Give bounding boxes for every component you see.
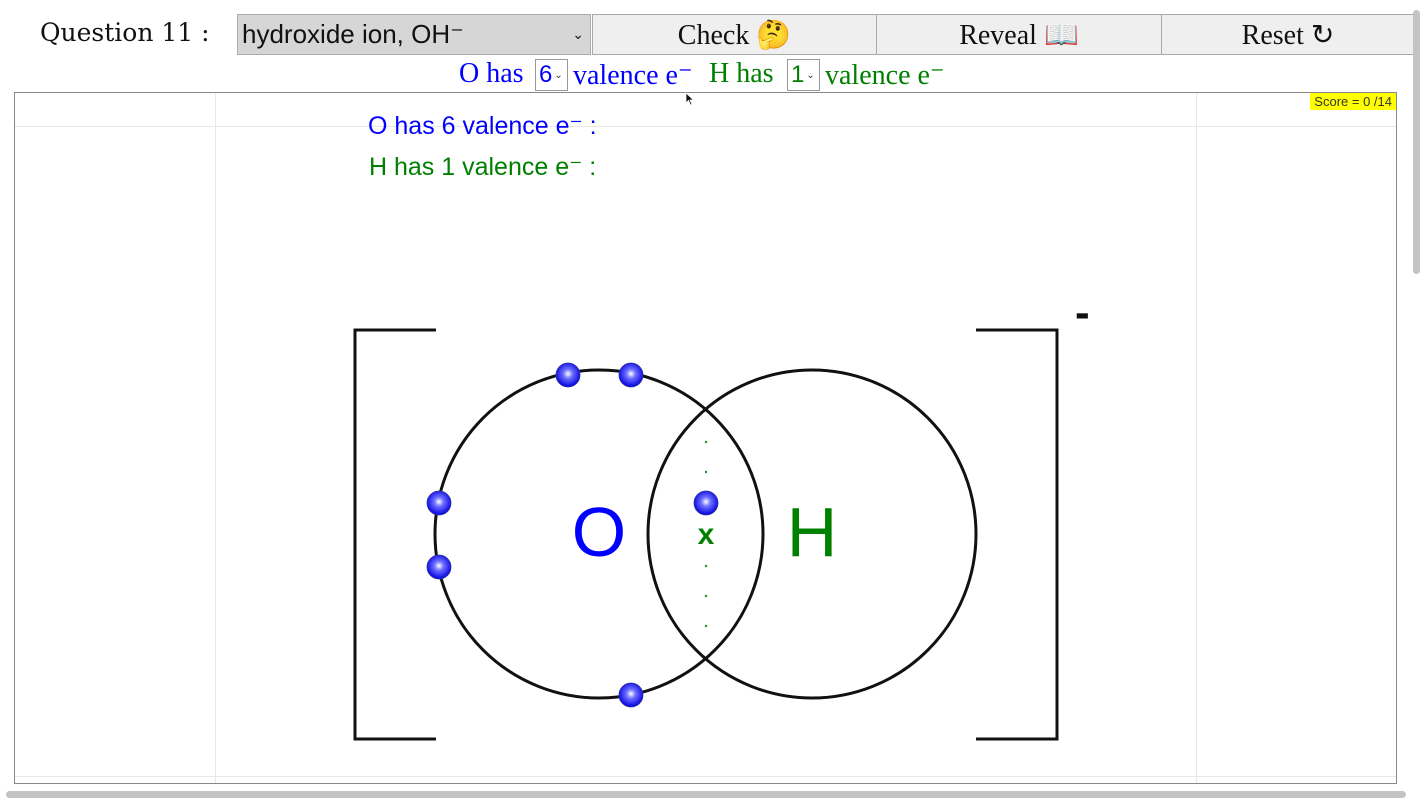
h-valence-select[interactable]: 1 ⌄: [787, 59, 820, 91]
molecule-select[interactable]: hydroxide ion, OH⁻ ⌄: [237, 14, 591, 55]
valence-selector-bar: O has 6 ⌄ valence e⁻ H has 1 ⌄ valence e⁻: [0, 58, 1422, 92]
reset-button-label: Reset: [1241, 20, 1304, 51]
hydrogen-symbol: H: [787, 493, 838, 571]
o-valence-select[interactable]: 6 ⌄: [535, 59, 568, 91]
mouse-cursor-icon: [685, 92, 695, 106]
left-bracket: [353, 328, 436, 741]
thinking-face-icon: 🤔: [756, 20, 792, 51]
lewis-canvas[interactable]: Score = 0 /14 O has 6 valence e⁻ : H has…: [14, 92, 1397, 784]
electron[interactable]: [426, 554, 452, 580]
charge-label: -: [1075, 288, 1090, 337]
oxygen-symbol: O: [572, 493, 626, 571]
o-valence-value: 6: [539, 61, 553, 88]
electron[interactable]: [426, 490, 452, 516]
reset-icon: ↻: [1310, 20, 1335, 51]
question-label: Question 11 :: [40, 18, 210, 47]
electron[interactable]: [693, 490, 719, 516]
h-valence-prefix: H has: [709, 58, 774, 89]
right-bracket: [976, 328, 1059, 741]
o-valence-suffix: valence e⁻: [573, 60, 693, 91]
vertical-scrollbar[interactable]: [1413, 10, 1420, 274]
reset-button[interactable]: Reset ↻: [1161, 14, 1415, 55]
chevron-down-icon: ⌄: [554, 69, 563, 81]
electron[interactable]: [618, 682, 644, 708]
check-button-label: Check: [677, 20, 750, 51]
h-valence-suffix: valence e⁻: [825, 60, 945, 91]
electron[interactable]: [618, 362, 644, 388]
electron[interactable]: [555, 362, 581, 388]
molecule-select-value: hydroxide ion, OH⁻: [242, 19, 464, 49]
check-button[interactable]: Check 🤔: [592, 14, 877, 55]
hydrogen-electron-marker: x: [698, 518, 715, 551]
reveal-button-label: Reveal: [959, 20, 1037, 51]
lewis-diagram: - O H x: [353, 288, 1090, 741]
reveal-button[interactable]: Reveal 📖: [876, 14, 1162, 55]
open-book-icon: 📖: [1043, 20, 1079, 51]
chevron-down-icon: ⌄: [572, 26, 584, 42]
o-valence-prefix: O has: [459, 58, 524, 89]
h-valence-value: 1: [791, 61, 805, 88]
chevron-down-icon: ⌄: [806, 69, 815, 81]
horizontal-scrollbar[interactable]: [6, 791, 1406, 798]
